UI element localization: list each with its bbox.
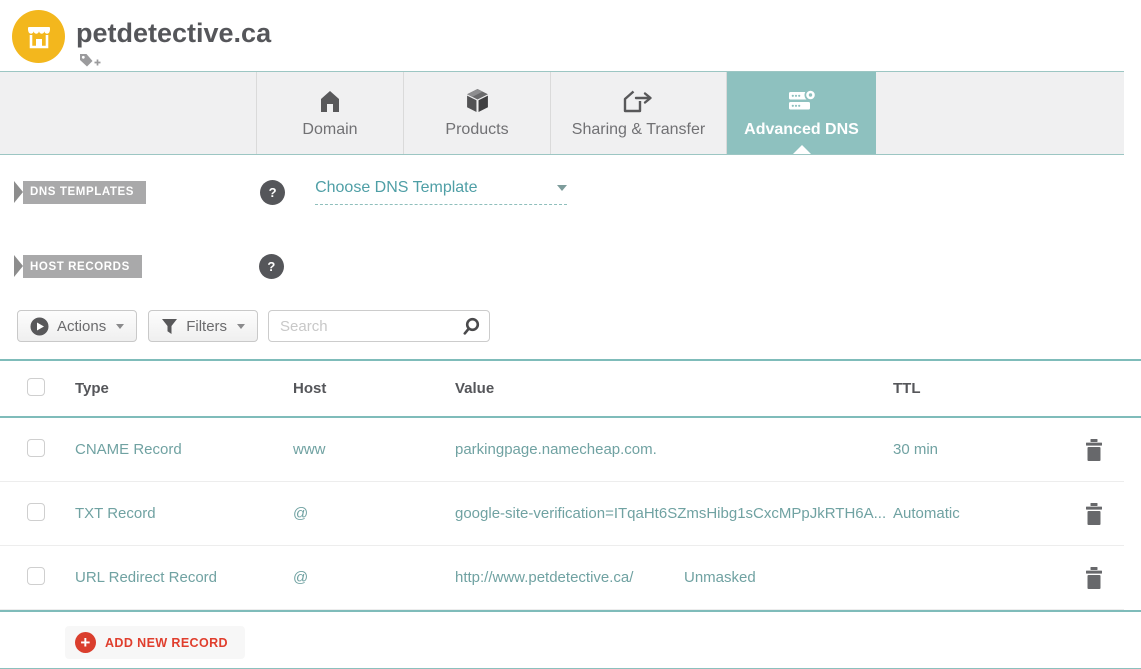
host-records-ribbon: HOST RECORDS xyxy=(14,255,142,278)
search-icon[interactable] xyxy=(461,317,480,336)
storefront-icon xyxy=(12,10,65,63)
dns-templates-ribbon: DNS TEMPLATES xyxy=(14,180,147,204)
filters-button-label: Filters xyxy=(186,317,228,335)
tab-label: Advanced DNS xyxy=(744,121,859,138)
help-icon[interactable]: ? xyxy=(258,254,284,279)
table-row: TXT Record @ google-site-verification=IT… xyxy=(0,482,1124,546)
ribbon-arrow-icon xyxy=(14,255,23,277)
record-value[interactable]: http://www.petdetective.ca/ xyxy=(455,569,684,586)
column-header-host: Host xyxy=(293,380,327,397)
dropdown-selected-value: Choose DNS Template xyxy=(315,179,478,196)
tab-strip-spacer xyxy=(0,72,257,154)
record-value[interactable]: google-site-verification=ITqaHt6SZmsHibg… xyxy=(455,505,886,522)
record-value[interactable]: parkingpage.namecheap.com. xyxy=(455,441,657,458)
row-checkbox[interactable] xyxy=(27,566,45,585)
add-tag-icon[interactable] xyxy=(78,53,102,69)
record-value-mode[interactable]: Unmasked xyxy=(684,569,756,586)
tab-label: Domain xyxy=(302,121,358,138)
table-header-row: Type Host Value TTL xyxy=(0,361,1124,416)
row-checkbox[interactable] xyxy=(27,438,45,457)
section-label: HOST RECORDS xyxy=(23,255,142,278)
host-records-section: HOST RECORDS ? xyxy=(0,254,1141,279)
ribbon-arrow-icon xyxy=(14,180,23,203)
add-new-record-label: ADD NEW RECORD xyxy=(105,635,228,650)
record-type[interactable]: TXT Record xyxy=(75,505,293,522)
tab-label: Sharing & Transfer xyxy=(571,121,706,138)
add-record-row: + ADD NEW RECORD xyxy=(65,626,1141,659)
play-circle-icon xyxy=(30,317,49,336)
delete-record-button[interactable] xyxy=(1085,502,1124,525)
row-checkbox[interactable] xyxy=(27,502,45,521)
trash-icon xyxy=(1085,566,1103,589)
package-icon xyxy=(465,87,490,113)
chevron-down-icon xyxy=(237,323,246,329)
delete-record-button[interactable] xyxy=(1085,566,1124,589)
table-bottom-divider xyxy=(0,610,1141,612)
record-host[interactable]: @ xyxy=(293,569,455,586)
chevron-down-icon xyxy=(116,323,125,329)
delete-record-button[interactable] xyxy=(1085,438,1124,461)
filters-button[interactable]: Filters xyxy=(148,310,259,342)
actions-button-label: Actions xyxy=(57,317,107,335)
help-icon[interactable]: ? xyxy=(260,179,286,205)
page-title: petdetective.ca xyxy=(76,18,272,48)
host-records-toolbar: Actions Filters xyxy=(17,310,1141,342)
record-host[interactable]: @ xyxy=(293,505,455,522)
tab-label: Products xyxy=(445,121,509,138)
dns-templates-section: DNS TEMPLATES ? Choose DNS Template xyxy=(0,179,1141,205)
chevron-down-icon xyxy=(557,185,568,191)
house-transfer-icon xyxy=(623,87,654,113)
advanced-dns-page: petdetective.ca Domain Products Sharing … xyxy=(0,0,1141,669)
funnel-icon xyxy=(161,318,178,335)
tab-domain[interactable]: Domain xyxy=(257,72,404,154)
trash-icon xyxy=(1085,502,1103,525)
record-ttl[interactable]: Automatic xyxy=(893,505,1085,522)
section-label: DNS TEMPLATES xyxy=(23,180,147,204)
tab-products[interactable]: Products xyxy=(404,72,551,154)
tab-advanced-dns[interactable]: Advanced DNS xyxy=(727,72,876,154)
home-icon xyxy=(319,87,341,113)
page-header: petdetective.ca xyxy=(0,0,1141,71)
search-box xyxy=(268,310,491,342)
record-host[interactable]: www xyxy=(293,441,455,458)
table-row: CNAME Record www parkingpage.namecheap.c… xyxy=(0,418,1124,482)
tab-strip-spacer xyxy=(876,72,1124,154)
trash-icon xyxy=(1085,438,1103,461)
table-row: URL Redirect Record @ http://www.petdete… xyxy=(0,546,1124,610)
record-type[interactable]: CNAME Record xyxy=(75,441,293,458)
record-type[interactable]: URL Redirect Record xyxy=(75,569,293,586)
actions-button[interactable]: Actions xyxy=(17,310,138,342)
plus-circle-icon: + xyxy=(75,632,96,653)
search-input[interactable] xyxy=(280,317,462,335)
column-header-value: Value xyxy=(455,380,495,397)
add-new-record-button[interactable]: + ADD NEW RECORD xyxy=(65,626,245,659)
column-header-ttl: TTL xyxy=(893,380,921,397)
dns-template-dropdown[interactable]: Choose DNS Template xyxy=(315,179,568,205)
domain-tab-bar: Domain Products Sharing & Transfer Advan… xyxy=(0,71,1124,155)
select-all-checkbox[interactable] xyxy=(27,377,45,396)
record-ttl[interactable]: 30 min xyxy=(893,441,1085,458)
column-header-type: Type xyxy=(75,380,109,397)
dns-server-gear-icon xyxy=(786,87,817,113)
tab-sharing-transfer[interactable]: Sharing & Transfer xyxy=(551,72,727,154)
